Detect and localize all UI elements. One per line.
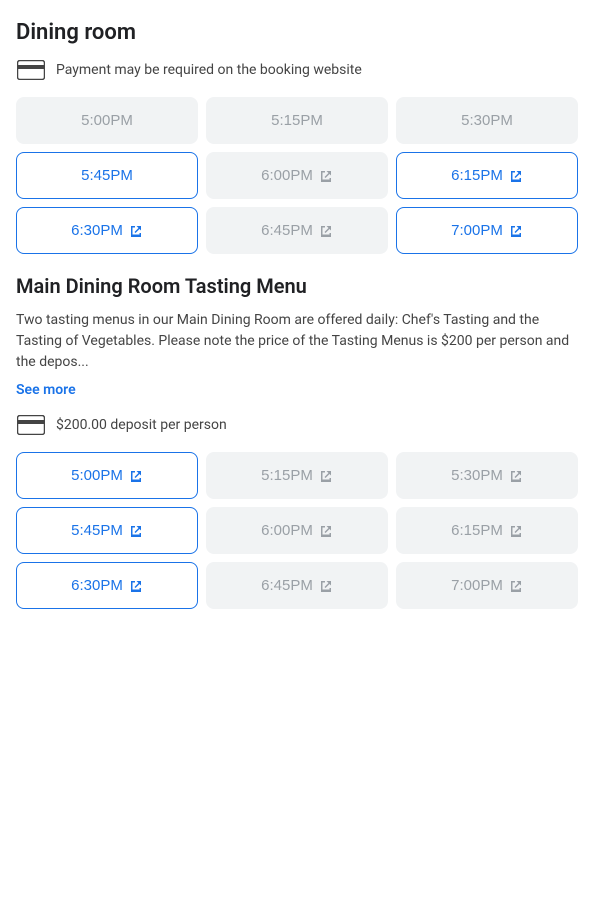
- time-slot-545pm-available[interactable]: 5:45PM: [16, 152, 198, 199]
- external-link-icon-2: [509, 169, 523, 183]
- dining-room-time-grid: 5:00PM 5:15PM 5:30PM 5:45PM 6:00PM 6:15P…: [16, 97, 578, 254]
- tm-ext-icon-9: [509, 579, 523, 593]
- time-slot-500pm-unavailable[interactable]: 5:00PM: [16, 97, 198, 144]
- time-slot-600pm-external[interactable]: 6:00PM: [206, 152, 388, 199]
- deposit-card-icon: [16, 414, 46, 436]
- tm-ext-icon-7: [129, 579, 143, 593]
- tm-time-slot-515pm[interactable]: 5:15PM: [206, 452, 388, 499]
- dining-room-title: Dining room: [16, 20, 578, 45]
- tasting-menu-description: Two tasting menus in our Main Dining Roo…: [16, 310, 578, 373]
- tm-time-slot-630pm[interactable]: 6:30PM: [16, 562, 198, 609]
- deposit-notice: $200.00 deposit per person: [16, 414, 578, 436]
- tm-ext-icon-2: [319, 469, 333, 483]
- time-slot-630pm-available-external[interactable]: 6:30PM: [16, 207, 198, 254]
- tm-time-slot-615pm[interactable]: 6:15PM: [396, 507, 578, 554]
- tm-ext-icon-8: [319, 579, 333, 593]
- time-slot-530pm-unavailable[interactable]: 5:30PM: [396, 97, 578, 144]
- tm-ext-icon-4: [129, 524, 143, 538]
- tm-time-slot-530pm[interactable]: 5:30PM: [396, 452, 578, 499]
- tm-time-slot-500pm[interactable]: 5:00PM: [16, 452, 198, 499]
- payment-notice: Payment may be required on the booking w…: [16, 59, 578, 81]
- tm-time-slot-545pm[interactable]: 5:45PM: [16, 507, 198, 554]
- card-icon: [16, 59, 46, 81]
- payment-notice-text: Payment may be required on the booking w…: [56, 62, 362, 78]
- deposit-notice-text: $200.00 deposit per person: [56, 417, 227, 433]
- tasting-menu-title: Main Dining Room Tasting Menu: [16, 274, 578, 298]
- tasting-menu-time-grid: 5:00PM 5:15PM 5:30PM 5:45PM: [16, 452, 578, 609]
- time-slot-645pm-external[interactable]: 6:45PM: [206, 207, 388, 254]
- external-link-icon: [319, 169, 333, 183]
- tm-ext-icon-6: [509, 524, 523, 538]
- tm-time-slot-645pm[interactable]: 6:45PM: [206, 562, 388, 609]
- external-link-icon-4: [319, 224, 333, 238]
- time-slot-700pm-available-external[interactable]: 7:00PM: [396, 207, 578, 254]
- see-more-link[interactable]: See more: [16, 382, 76, 398]
- external-link-icon-5: [509, 224, 523, 238]
- tm-time-slot-700pm[interactable]: 7:00PM: [396, 562, 578, 609]
- tm-ext-icon-5: [319, 524, 333, 538]
- tm-ext-icon-3: [509, 469, 523, 483]
- tm-ext-icon-1: [129, 469, 143, 483]
- time-slot-515pm-unavailable[interactable]: 5:15PM: [206, 97, 388, 144]
- external-link-icon-3: [129, 224, 143, 238]
- tm-time-slot-600pm[interactable]: 6:00PM: [206, 507, 388, 554]
- time-slot-615pm-available-external[interactable]: 6:15PM: [396, 152, 578, 199]
